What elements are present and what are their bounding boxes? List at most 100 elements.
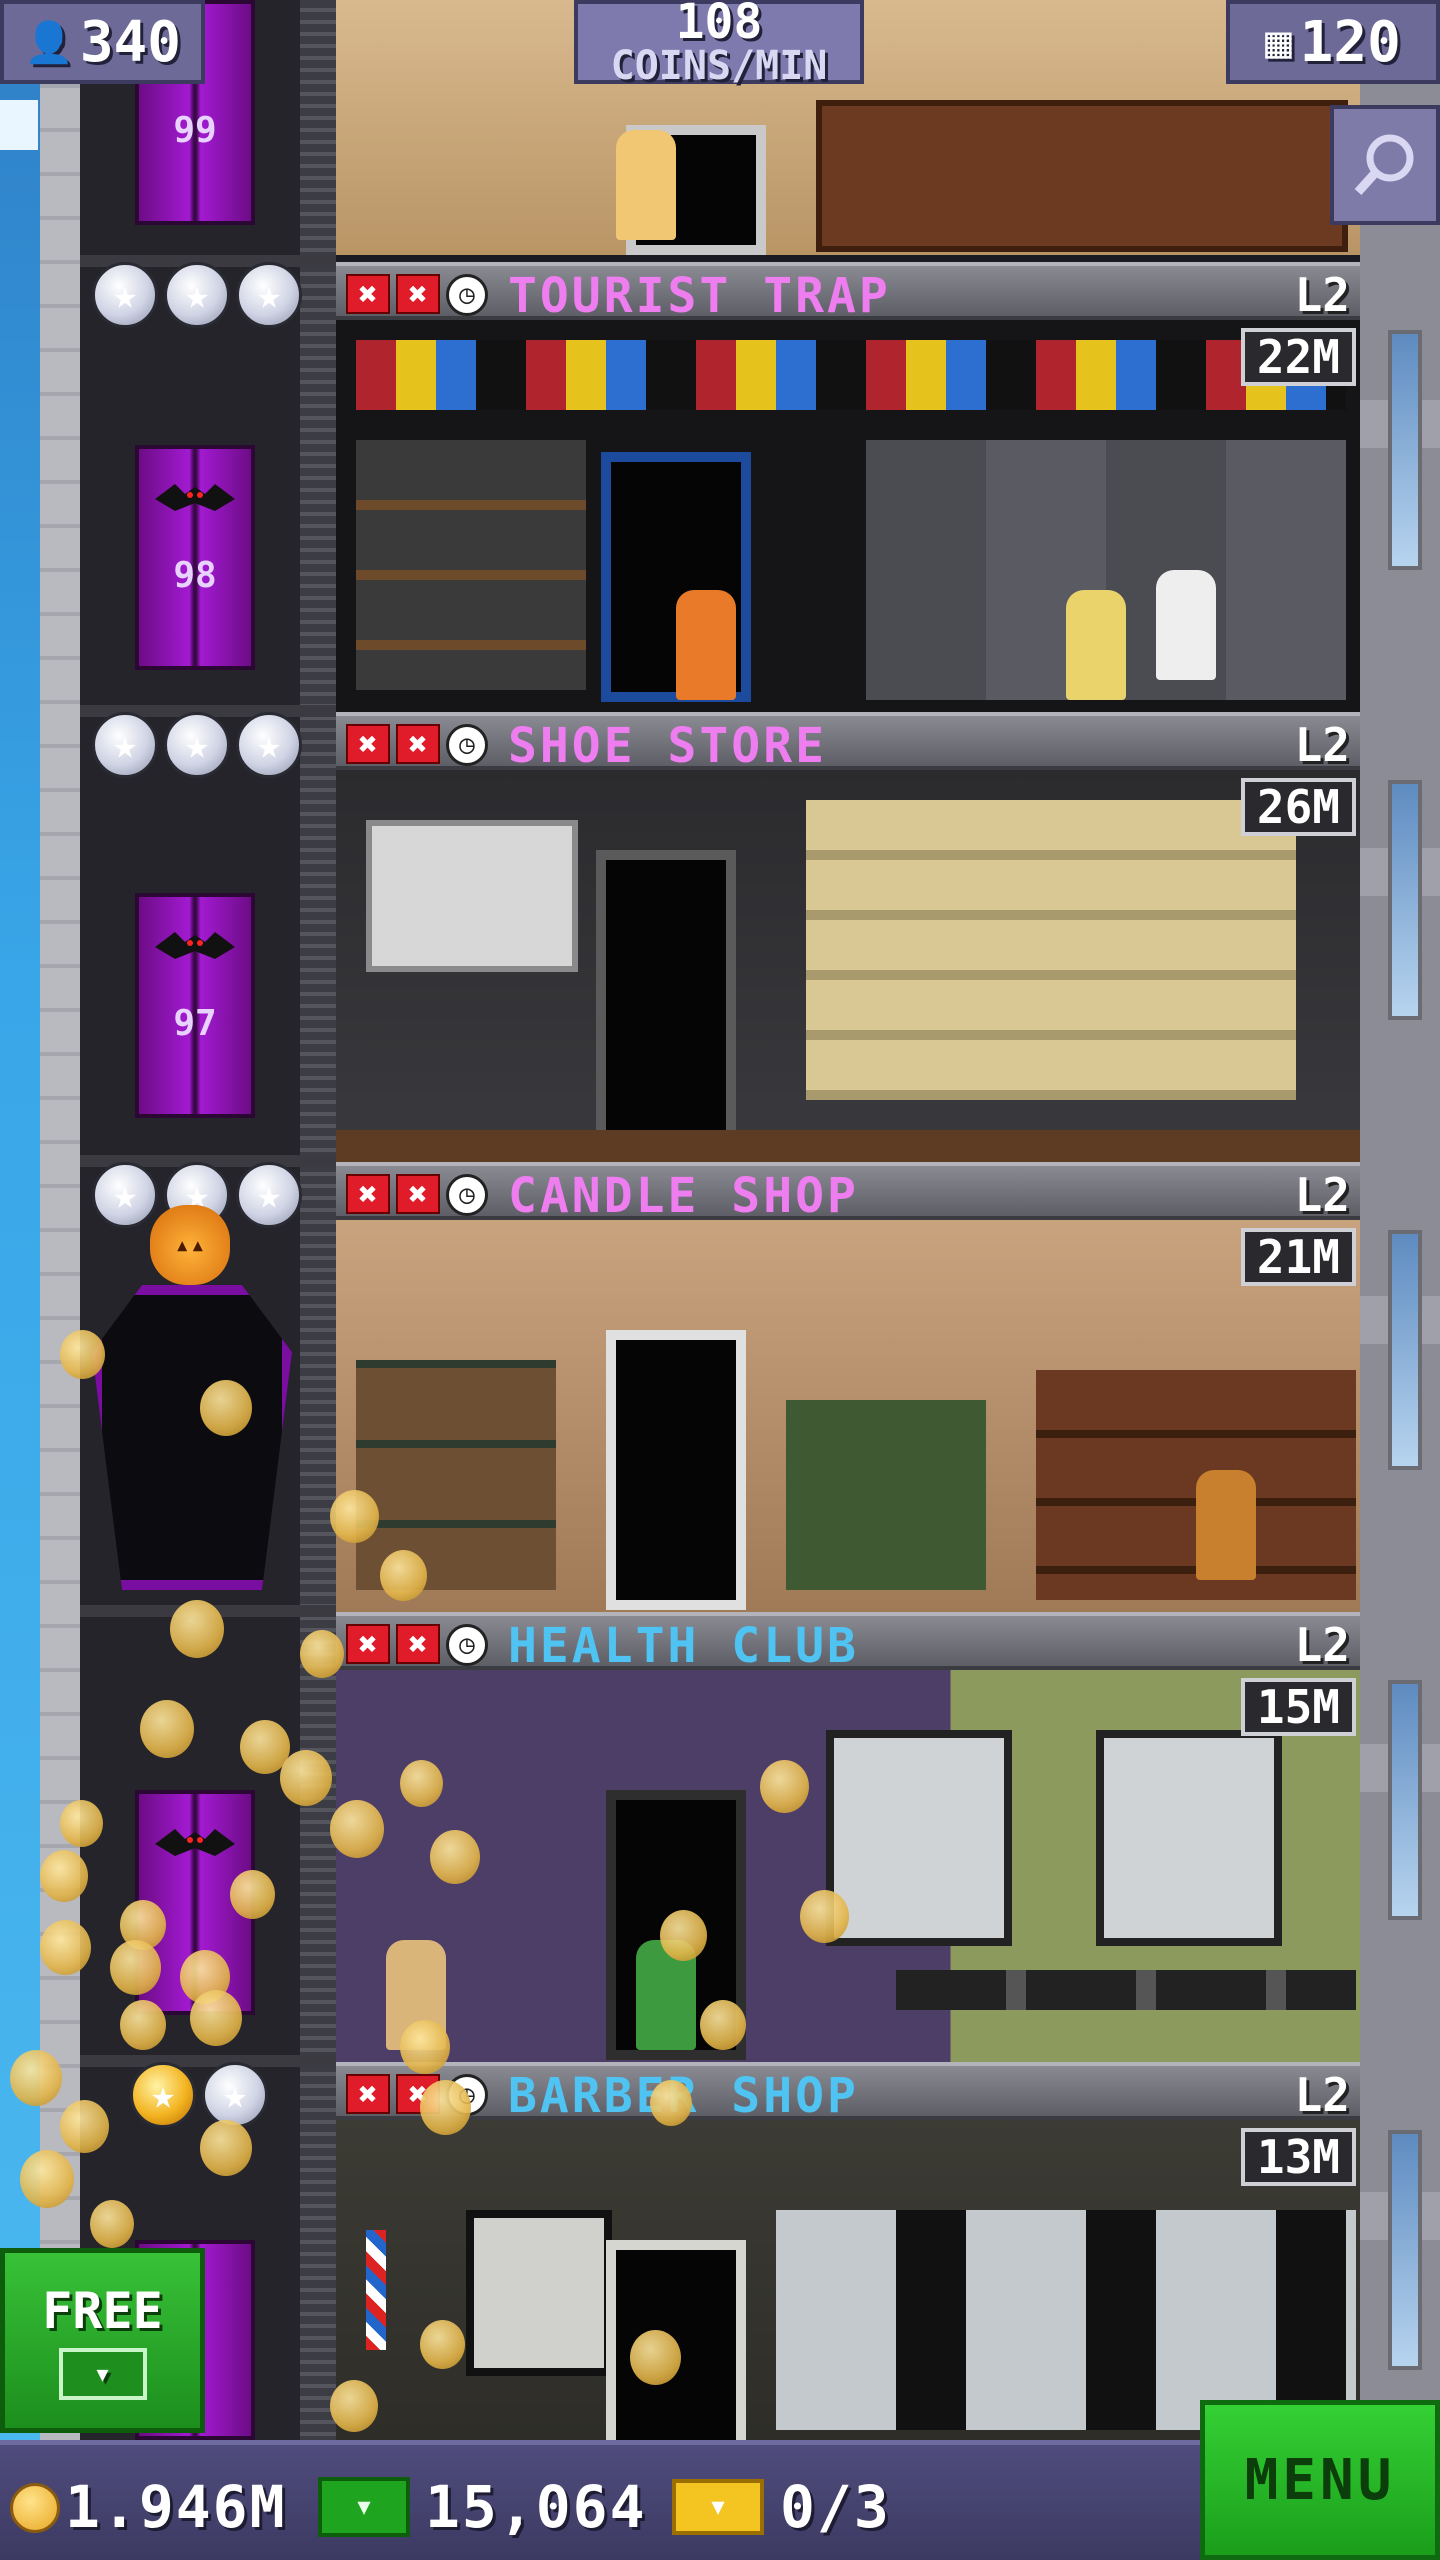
store-name: CANDLE SHOP	[508, 1168, 859, 1224]
rate-unit: COINS/MIN	[611, 46, 828, 86]
room-door	[606, 2240, 746, 2440]
star-icon: ★	[92, 712, 158, 778]
shelf	[356, 440, 586, 690]
store-candle-shop[interactable]: ✖ ✖ ◷ CANDLE SHOP L2 21M	[336, 1162, 1360, 1612]
store-price-tag: 21M	[1241, 1228, 1356, 1286]
star-icon: ★	[164, 712, 230, 778]
store-shoe-store[interactable]: ✖ ✖ ◷ SHOE STORE L2 26M	[336, 712, 1360, 1162]
store-name: HEALTH CLUB	[508, 1618, 859, 1674]
room-door	[596, 850, 736, 1150]
search-button[interactable]	[1330, 105, 1440, 225]
population-counter[interactable]: 👤 340	[0, 0, 205, 84]
missing-stock-icon: ✖	[396, 724, 440, 764]
mirror-stations	[776, 2210, 1356, 2430]
gym-window	[826, 1730, 1012, 1946]
pumpkin-icon: ▴▴	[150, 1205, 230, 1285]
store-price-tag: 22M	[1241, 328, 1356, 386]
store-health-club[interactable]: ✖ ✖ ◷ HEALTH CLUB L2 15M	[336, 1612, 1360, 2062]
cloud	[0, 100, 38, 150]
flying-coin	[330, 1490, 379, 1543]
star-icon: ★	[236, 712, 302, 778]
star-icon: ★	[202, 2062, 268, 2128]
store-header[interactable]: ✖ ✖ ◷ HEALTH CLUB L2	[336, 1612, 1360, 1670]
star-icon: ★	[92, 1162, 158, 1228]
flying-coin	[90, 2200, 134, 2248]
flying-coin	[60, 2100, 109, 2153]
room-door	[606, 1330, 746, 1610]
store-price-tag: 26M	[1241, 778, 1356, 836]
flying-coin	[20, 2150, 74, 2208]
flying-coin	[60, 1800, 103, 1847]
tower-window	[1388, 780, 1422, 1020]
flying-coin	[190, 1990, 242, 2046]
free-bux-button[interactable]: FREE ▼	[0, 2248, 205, 2433]
store-header[interactable]: ✖ ✖ ◷ SHOE STORE L2	[336, 712, 1360, 770]
vip-ticket-icon: ▼	[672, 2479, 764, 2535]
store-header[interactable]: ✖ ✖ ◷ BARBER SHOP L2	[336, 2062, 1360, 2120]
shopper[interactable]	[1196, 1470, 1256, 1580]
tower-window	[1388, 1680, 1422, 1920]
flying-coin	[280, 1750, 332, 1806]
shopper[interactable]	[1156, 570, 1216, 680]
store-header[interactable]: ✖ ✖ ◷ CANDLE SHOP L2	[336, 1162, 1360, 1220]
flying-coin	[660, 1910, 707, 1961]
population-value: 340	[80, 10, 181, 75]
flying-coin	[230, 1870, 275, 1919]
floor-stars: ★ ★ ★	[92, 712, 302, 778]
floor-stars: ★ ★	[130, 2062, 268, 2128]
floor-number: 98	[139, 555, 251, 596]
flying-coin	[330, 2380, 378, 2432]
missing-stock-icon: ✖	[346, 2074, 390, 2114]
flying-coin	[630, 2330, 681, 2385]
missing-stock-icon: ✖	[346, 724, 390, 764]
flying-coin	[300, 1630, 344, 1678]
bat-icon	[155, 479, 235, 519]
floor-number: 99	[139, 110, 251, 151]
star-icon: ★	[130, 2062, 196, 2128]
store-barber-shop[interactable]: ✖ ✖ ◷ BARBER SHOP L2 13M	[336, 2062, 1360, 2440]
elevator-door-97[interactable]: 97	[135, 893, 255, 1118]
shopper[interactable]	[1066, 590, 1126, 700]
flying-coin	[200, 1380, 252, 1436]
store-room[interactable]: 15M	[336, 1670, 1360, 2062]
coffin-elevator[interactable]	[92, 1285, 292, 1590]
store-room[interactable]: 22M	[336, 320, 1360, 712]
clock-icon: ◷	[446, 274, 488, 316]
status-icons: ✖ ✖ ◷	[346, 1174, 488, 1216]
treadmills	[896, 1970, 1356, 2010]
income-rate: 108 COINS/MIN	[574, 0, 864, 84]
resident[interactable]	[616, 130, 676, 240]
star-icon: ★	[236, 1162, 302, 1228]
menu-button[interactable]: MENU	[1200, 2400, 1440, 2560]
tower-window	[1388, 2130, 1422, 2370]
flying-coin	[170, 1600, 224, 1658]
missing-stock-icon: ✖	[346, 1624, 390, 1664]
store-room[interactable]: 13M	[336, 2120, 1360, 2440]
store-header[interactable]: ✖ ✖ ◷ TOURIST TRAP L2	[336, 262, 1360, 320]
tower-window	[1388, 1230, 1422, 1470]
bat-icon	[155, 927, 235, 967]
shelf	[816, 100, 1348, 252]
elevator-door-98[interactable]: 98	[135, 445, 255, 670]
store-room[interactable]: 21M	[336, 1220, 1360, 1612]
bux-icon: ▼	[59, 2348, 147, 2400]
flying-coin	[40, 1850, 88, 1902]
store-room[interactable]: 26M	[336, 770, 1360, 1162]
flying-coin	[110, 1940, 161, 1995]
flying-coin	[140, 1700, 194, 1758]
flying-coin	[700, 2000, 746, 2050]
shopper[interactable]	[676, 590, 736, 700]
flying-coin	[200, 2120, 252, 2176]
flying-coin	[400, 2020, 450, 2074]
store-tourist-trap[interactable]: ✖ ✖ ◷ TOURIST TRAP L2 22M	[336, 262, 1360, 712]
flying-coin	[40, 1920, 91, 1975]
status-icons: ✖ ✖ ◷	[346, 724, 488, 766]
store-name: SHOE STORE	[508, 718, 827, 774]
flying-coin	[380, 1550, 427, 1601]
store-price-tag: 13M	[1241, 2128, 1356, 2186]
floors-counter[interactable]: ▦ 120	[1226, 0, 1440, 84]
store-level: L2	[1295, 2068, 1350, 2122]
shelf	[356, 1360, 556, 1590]
missing-stock-icon: ✖	[346, 274, 390, 314]
flying-coin	[60, 1330, 105, 1379]
